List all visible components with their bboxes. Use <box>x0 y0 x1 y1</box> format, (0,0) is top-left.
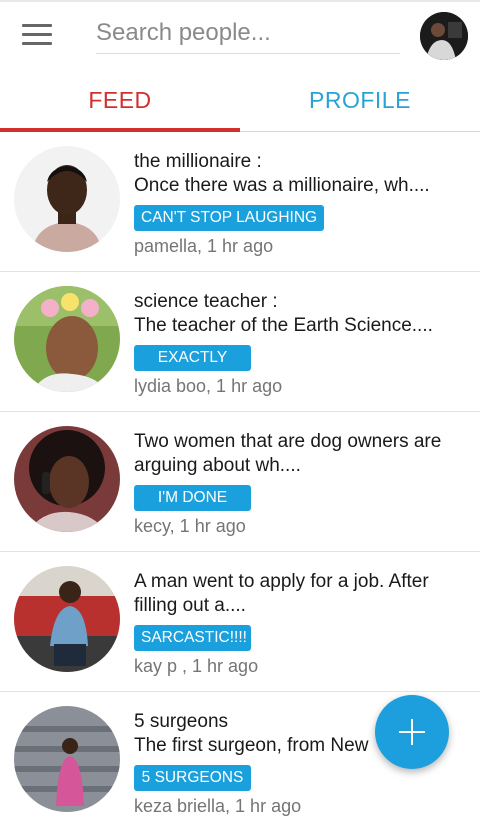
reaction-badge[interactable]: CAN'T STOP LAUGHING <box>134 205 325 231</box>
search-input[interactable] <box>96 12 400 54</box>
post-text: A man went to apply for a job. After fil… <box>134 570 474 618</box>
post-excerpt: The teacher of the Earth Science.... <box>134 315 433 336</box>
reaction-badge[interactable]: 5 SURGEONS <box>134 765 251 791</box>
user-avatar[interactable] <box>420 12 468 60</box>
add-post-button[interactable] <box>375 695 449 769</box>
hamburger-menu-icon[interactable] <box>22 24 52 48</box>
post-meta: kecy, 1 hr ago <box>134 516 246 536</box>
avatar <box>14 426 120 532</box>
reaction-badge[interactable]: SARCASTIC!!!! <box>134 625 251 651</box>
feed-item[interactable]: the millionaire : Once there was a milli… <box>0 132 480 272</box>
feed-item[interactable]: science teacher : The teacher of the Ear… <box>0 272 480 412</box>
post-meta: keza briella, 1 hr ago <box>134 796 302 816</box>
post-title: A man went to apply for a job. After <box>134 571 429 592</box>
reaction-badge[interactable]: EXACTLY <box>134 345 251 371</box>
plus-icon <box>399 719 425 745</box>
post-excerpt: Once there was a millionaire, wh.... <box>134 175 430 196</box>
avatar <box>14 706 120 812</box>
feed-item[interactable]: A man went to apply for a job. After fil… <box>0 552 480 692</box>
post-meta: lydia boo, 1 hr ago <box>134 376 283 396</box>
post-meta: pamella, 1 hr ago <box>134 236 274 256</box>
post-title: the millionaire : <box>134 151 262 172</box>
post-meta: kay p , 1 hr ago <box>134 656 259 676</box>
post-excerpt: arguing about wh.... <box>134 455 301 476</box>
post-text: science teacher : The teacher of the Ear… <box>134 290 474 338</box>
tab-bar: FEED PROFILE <box>0 68 480 132</box>
post-text: Two women that are dog owners are arguin… <box>134 430 474 478</box>
post-title: science teacher : <box>134 291 278 312</box>
avatar <box>14 286 120 392</box>
reaction-badge[interactable]: I'M DONE <box>134 485 251 511</box>
post-text: the millionaire : Once there was a milli… <box>134 150 474 198</box>
tab-profile[interactable]: PROFILE <box>240 68 480 132</box>
post-excerpt: filling out a.... <box>134 595 246 616</box>
avatar <box>14 146 120 252</box>
post-title: Two women that are dog owners are <box>134 431 442 452</box>
app-bar <box>0 0 480 68</box>
feed-item[interactable]: Two women that are dog owners are arguin… <box>0 412 480 552</box>
avatar <box>14 566 120 672</box>
tab-feed[interactable]: FEED <box>0 68 240 132</box>
